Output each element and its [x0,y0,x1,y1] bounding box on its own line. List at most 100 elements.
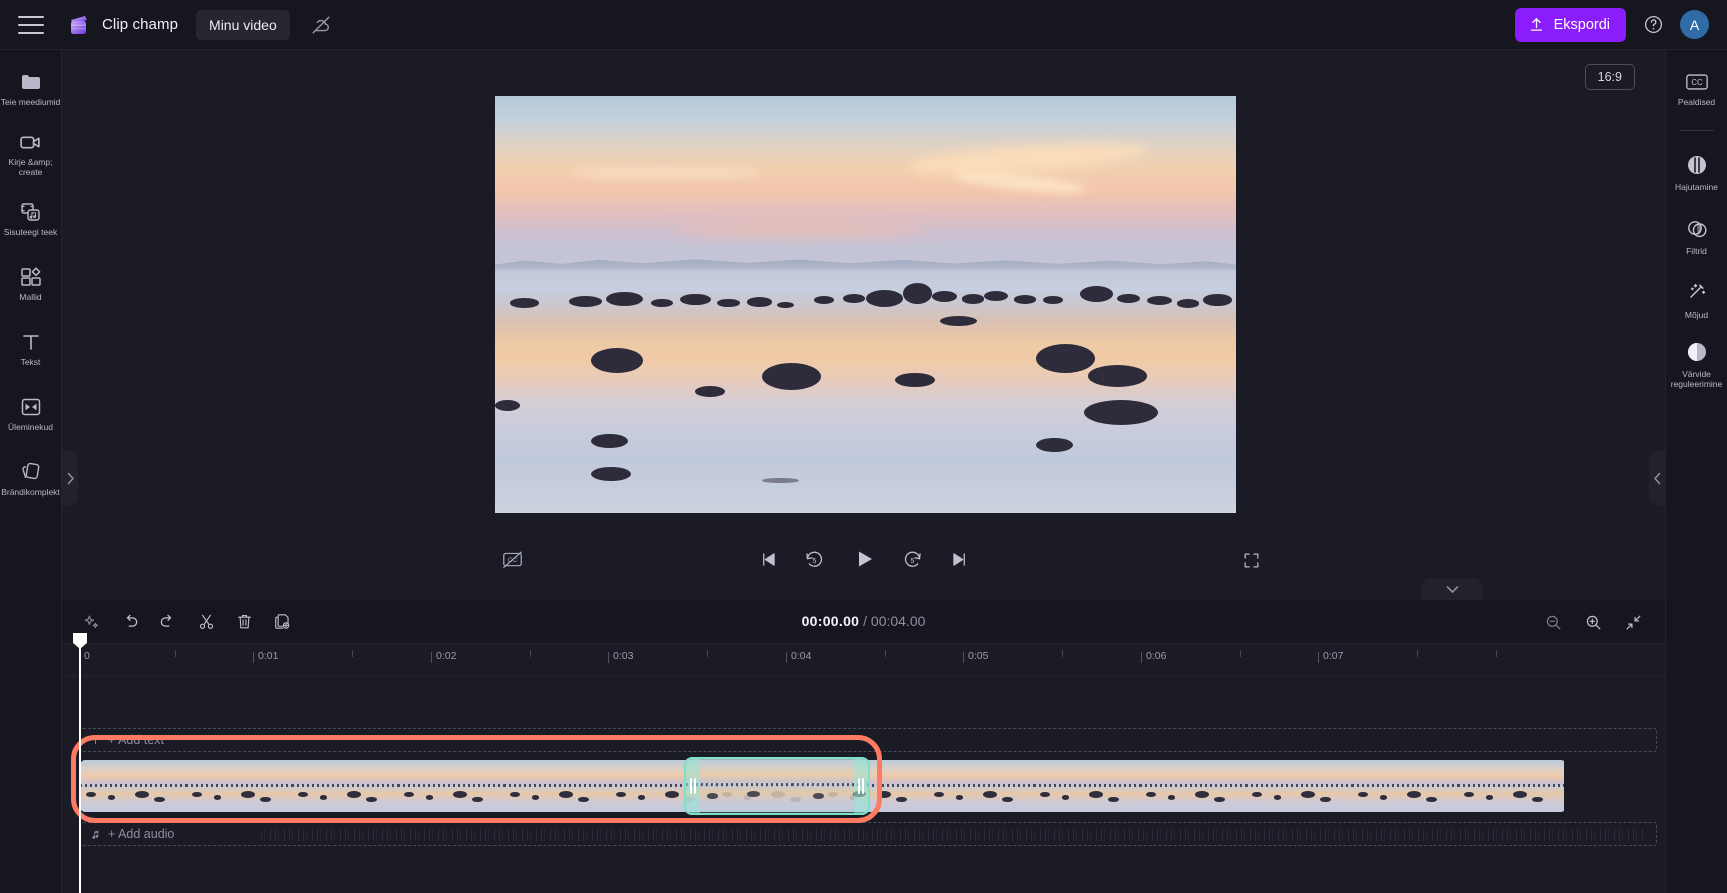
ruler-tick: 0:03 [608,650,633,663]
audio-waveform-placeholder [261,829,1646,841]
add-text-track[interactable]: + Add text [80,728,1657,752]
brand[interactable]: Clip champ [66,12,178,38]
forward-5-icon[interactable]: 5 [902,549,923,570]
right-item-captions[interactable]: CC Pealdised [1666,60,1727,118]
clip-thumbnail [1352,760,1458,812]
cloud-off-icon[interactable] [308,12,334,38]
sidebar-label: Üleminekud [8,422,53,432]
music-note-icon [90,829,101,840]
sparkle-icon[interactable] [76,606,108,638]
right-item-label: Filtrid [1686,245,1707,256]
timeline-zoom-tools [1537,606,1651,638]
clip-thumbnail [1246,760,1352,812]
clip-trim-handle-left[interactable] [686,759,700,813]
sidebar-item-templates[interactable]: Mallid [0,253,62,315]
color-adjust-icon [1685,340,1709,364]
sidebar-item-record-create[interactable]: Kirje &amp; create [0,123,62,185]
timeline-time-display: 00:00.00 / 00:04.00 [734,613,994,629]
timeline-collapse-button[interactable] [1422,578,1482,600]
transitions-icon [19,396,43,418]
left-panel-collapse-handle[interactable] [62,450,78,506]
svg-text:5: 5 [911,558,915,565]
selected-clip-thumbnails [686,759,868,813]
sidebar-item-transitions[interactable]: Üleminekud [0,383,62,445]
sidebar-label: Brändikomplekt [1,487,60,497]
left-sidebar: Teie meediumid Kirje &amp; create Sisute… [0,50,62,893]
export-button-label: Ekspordi [1553,16,1610,33]
skip-to-end-icon[interactable] [950,550,969,569]
time-separator: / [863,613,868,629]
video-track[interactable] [80,757,1566,815]
right-item-fade[interactable]: Hajutamine [1666,143,1727,201]
text-t-icon [90,735,101,746]
right-item-filters[interactable]: Filtrid [1666,207,1727,265]
fullscreen-icon[interactable] [1242,551,1261,570]
sidebar-label: Tekst [20,357,41,367]
duplicate-icon[interactable] [266,606,298,638]
trash-icon[interactable] [228,606,260,638]
sidebar-item-your-media[interactable]: Teie meediumid [0,58,62,120]
timeline-ruler[interactable]: 0 0:01 0:02 0:03 0:04 0:05 0:06 0:07 [62,644,1665,676]
top-bar: Clip champ Minu video Ekspordi A [0,0,1727,50]
right-item-effects[interactable]: Mõjud [1666,271,1727,329]
right-panel-collapse-handle[interactable] [1649,450,1665,506]
clipchamp-logo-icon [66,12,92,38]
zoom-out-icon[interactable] [1537,606,1569,638]
selected-clip[interactable] [684,757,870,815]
transport-controls: 5 5 [759,547,969,571]
captions-off-icon[interactable]: CC [502,551,523,569]
ruler-tick: 0:02 [431,650,456,663]
sidebar-item-content-library[interactable]: Sisuteegi teek [0,188,62,250]
timeline-tools-left [62,606,300,638]
skip-to-start-icon[interactable] [759,550,778,569]
avatar[interactable]: A [1680,10,1709,39]
video-preview[interactable] [495,96,1236,513]
add-audio-label: + Add audio [108,827,175,841]
sidebar-item-text[interactable]: Tekst [0,318,62,380]
fit-screen-icon[interactable] [1617,606,1649,638]
play-icon[interactable] [852,547,876,571]
ruler-tick: 0:01 [253,650,278,663]
export-button[interactable]: Ekspordi [1514,7,1626,42]
redo-icon[interactable] [152,606,184,638]
preview-stage: 16:9 CC 5 5 [62,50,1665,600]
clip-trim-handle-right[interactable] [854,759,868,813]
playhead-line [79,636,81,893]
ruler-tick: 0:07 [1318,650,1343,663]
svg-text:5: 5 [813,558,817,565]
brand-name: Clip champ [102,16,179,33]
filters-icon [1685,217,1709,241]
rewind-5-icon[interactable]: 5 [804,549,825,570]
ruler-tick: 0:04 [786,650,811,663]
preview-scene-image [495,96,1236,513]
text-icon [19,331,43,353]
aspect-ratio-button[interactable]: 16:9 [1584,64,1635,90]
clip-thumbnail [80,760,186,812]
current-time: 00:00.00 [801,613,860,629]
project-name-chip[interactable]: Minu video [196,9,290,40]
clip-thumbnail [1458,760,1564,812]
undo-icon[interactable] [114,606,146,638]
zoom-in-icon[interactable] [1577,606,1609,638]
upload-icon [1528,16,1545,33]
fade-icon [1685,153,1709,177]
brand-kit-icon [19,461,43,483]
add-text-label: + Add text [108,733,164,747]
right-item-label: Hajutamine [1675,181,1718,192]
sidebar-item-brand-kit[interactable]: Brändikomplekt [0,448,62,510]
timeline-tracks: + Add text + Add audio [62,676,1665,893]
ruler-tick: 0:05 [963,650,988,663]
templates-icon [19,266,43,288]
clip-thumbnail [928,760,1034,812]
help-icon[interactable] [1640,12,1666,38]
sidebar-label: Sisuteegi teek [3,227,58,237]
right-item-color-adjust[interactable]: Värvide reguleerimine [1666,335,1727,393]
clip-thumbnail [292,760,398,812]
sidebar-divider [1679,130,1714,131]
add-audio-track[interactable]: + Add audio [80,822,1657,846]
scissors-icon[interactable] [190,606,222,638]
hamburger-icon[interactable] [18,15,44,34]
ruler-tick: 0:06 [1141,650,1166,663]
clip-thumbnail [1034,760,1140,812]
total-time: 00:04.00 [870,613,926,629]
